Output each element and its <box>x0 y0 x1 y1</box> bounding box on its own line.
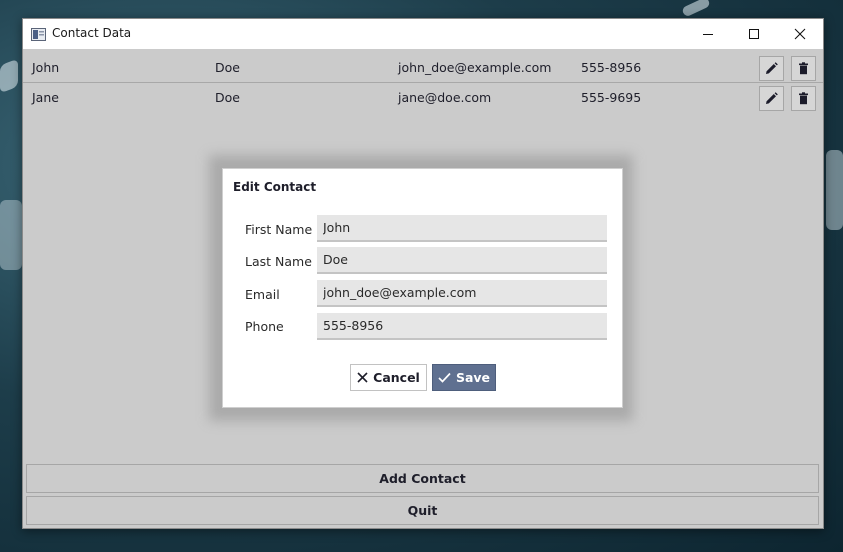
trash-icon <box>799 92 808 105</box>
edit-contact-button[interactable] <box>759 56 784 81</box>
first-name-field[interactable] <box>317 215 607 242</box>
app-icon <box>31 26 46 41</box>
contact-last-name: Doe <box>215 90 240 105</box>
edit-contact-button[interactable] <box>759 86 784 111</box>
dialog-title: Edit Contact <box>233 180 317 194</box>
app-window: Contact Data John Doe john_doe@example.c… <box>22 18 824 529</box>
close-icon <box>794 28 806 40</box>
last-name-label: Last Name <box>245 254 312 269</box>
quit-label: Quit <box>407 503 438 518</box>
window-title: Contact Data <box>52 26 132 40</box>
cancel-button[interactable]: Cancel <box>350 364 427 391</box>
pencil-icon <box>766 92 778 104</box>
contact-email: john_doe@example.com <box>398 60 552 75</box>
wallpaper-streak <box>0 200 22 270</box>
pencil-icon <box>766 62 778 74</box>
maximize-icon <box>749 29 759 39</box>
x-icon <box>357 372 368 383</box>
quit-button[interactable]: Quit <box>26 496 819 525</box>
contact-last-name: Doe <box>215 60 240 75</box>
title-bar: Contact Data <box>23 19 823 49</box>
contact-row: Jane Doe jane@doe.com 555-9695 <box>23 82 823 112</box>
delete-contact-button[interactable] <box>791 56 816 81</box>
contact-email: jane@doe.com <box>398 90 492 105</box>
minimize-icon <box>703 34 713 35</box>
delete-contact-button[interactable] <box>791 86 816 111</box>
contact-phone: 555-8956 <box>581 60 642 75</box>
minimize-button[interactable] <box>685 19 731 49</box>
contact-first-name: Jane <box>32 90 59 105</box>
add-contact-label: Add Contact <box>379 471 466 486</box>
trash-icon <box>799 62 808 75</box>
first-name-label: First Name <box>245 222 313 237</box>
wallpaper-streak <box>0 58 18 94</box>
close-button[interactable] <box>777 19 823 49</box>
wallpaper-streak <box>826 150 843 230</box>
add-contact-button[interactable]: Add Contact <box>26 464 819 493</box>
edit-contact-dialog: Edit Contact First Name Last Name Email … <box>222 168 623 408</box>
phone-label: Phone <box>245 319 284 334</box>
maximize-button[interactable] <box>731 19 777 49</box>
email-label: Email <box>245 287 280 302</box>
cancel-label: Cancel <box>373 370 420 385</box>
email-field[interactable] <box>317 280 607 307</box>
last-name-field[interactable] <box>317 247 607 274</box>
contact-row: John Doe john_doe@example.com 555-8956 <box>23 52 823 82</box>
contact-first-name: John <box>32 60 60 75</box>
wallpaper-streak <box>681 0 711 18</box>
save-label: Save <box>455 370 491 385</box>
contact-phone: 555-9695 <box>581 90 642 105</box>
save-button[interactable]: Save <box>432 364 496 391</box>
phone-field[interactable] <box>317 313 607 340</box>
check-icon <box>438 372 451 383</box>
